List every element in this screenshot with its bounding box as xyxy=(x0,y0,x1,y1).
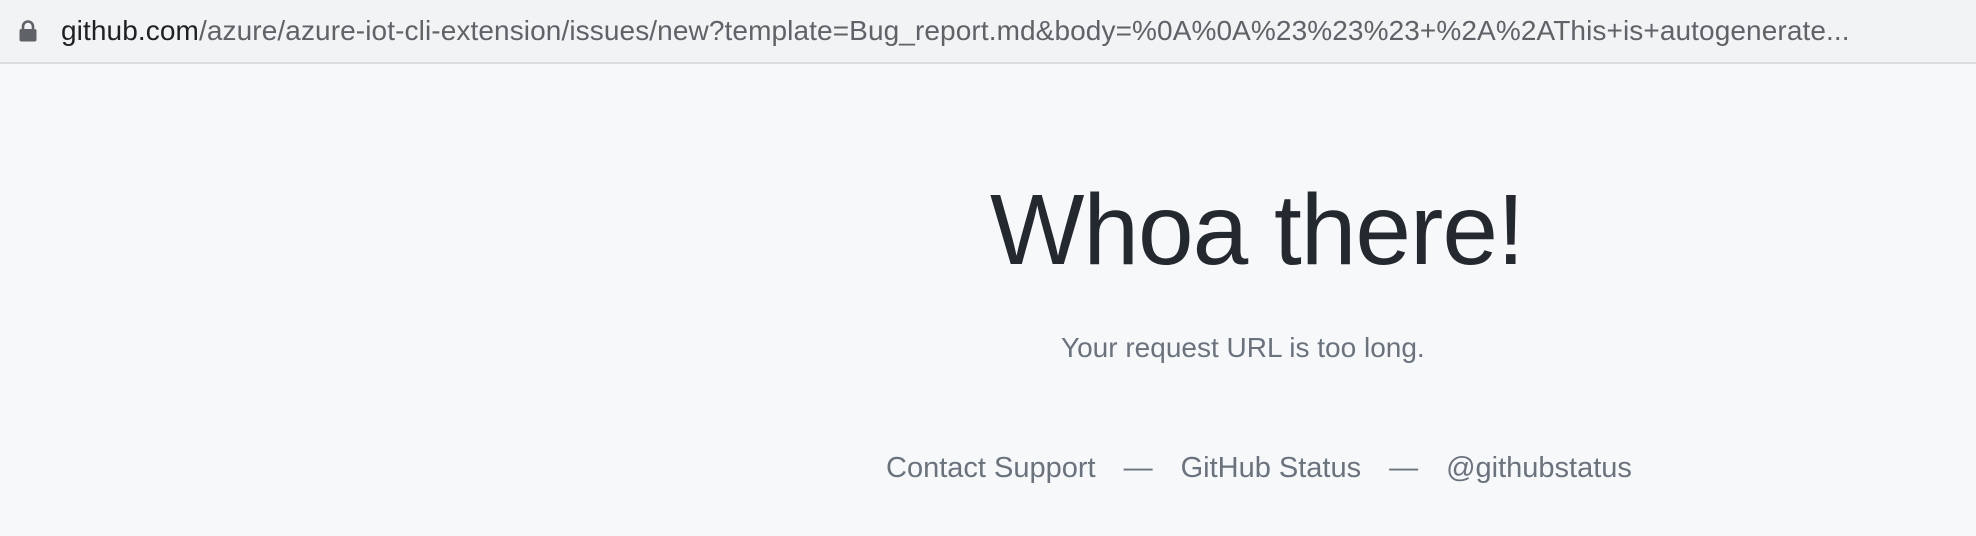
separator: — xyxy=(1123,452,1153,484)
page-title: Whoa there! xyxy=(990,174,1525,286)
githubstatus-twitter-link[interactable]: @githubstatus xyxy=(1446,452,1632,485)
address-bar[interactable]: github.com/azure/azure-iot-cli-extension… xyxy=(0,0,1976,64)
footer-links: Contact Support — GitHub Status — @githu… xyxy=(886,452,1632,485)
github-status-link[interactable]: GitHub Status xyxy=(1181,452,1362,485)
lock-icon[interactable] xyxy=(18,20,38,42)
url-text[interactable]: github.com/azure/azure-iot-cli-extension… xyxy=(61,15,1850,47)
separator: — xyxy=(1389,452,1419,484)
error-page: Whoa there! Your request URL is too long… xyxy=(0,64,1976,536)
contact-support-link[interactable]: Contact Support xyxy=(886,452,1096,485)
url-path: /azure/azure-iot-cli-extension/issues/ne… xyxy=(198,15,1850,46)
error-message: Your request URL is too long. xyxy=(1061,332,1425,363)
url-host: github.com xyxy=(61,15,199,46)
